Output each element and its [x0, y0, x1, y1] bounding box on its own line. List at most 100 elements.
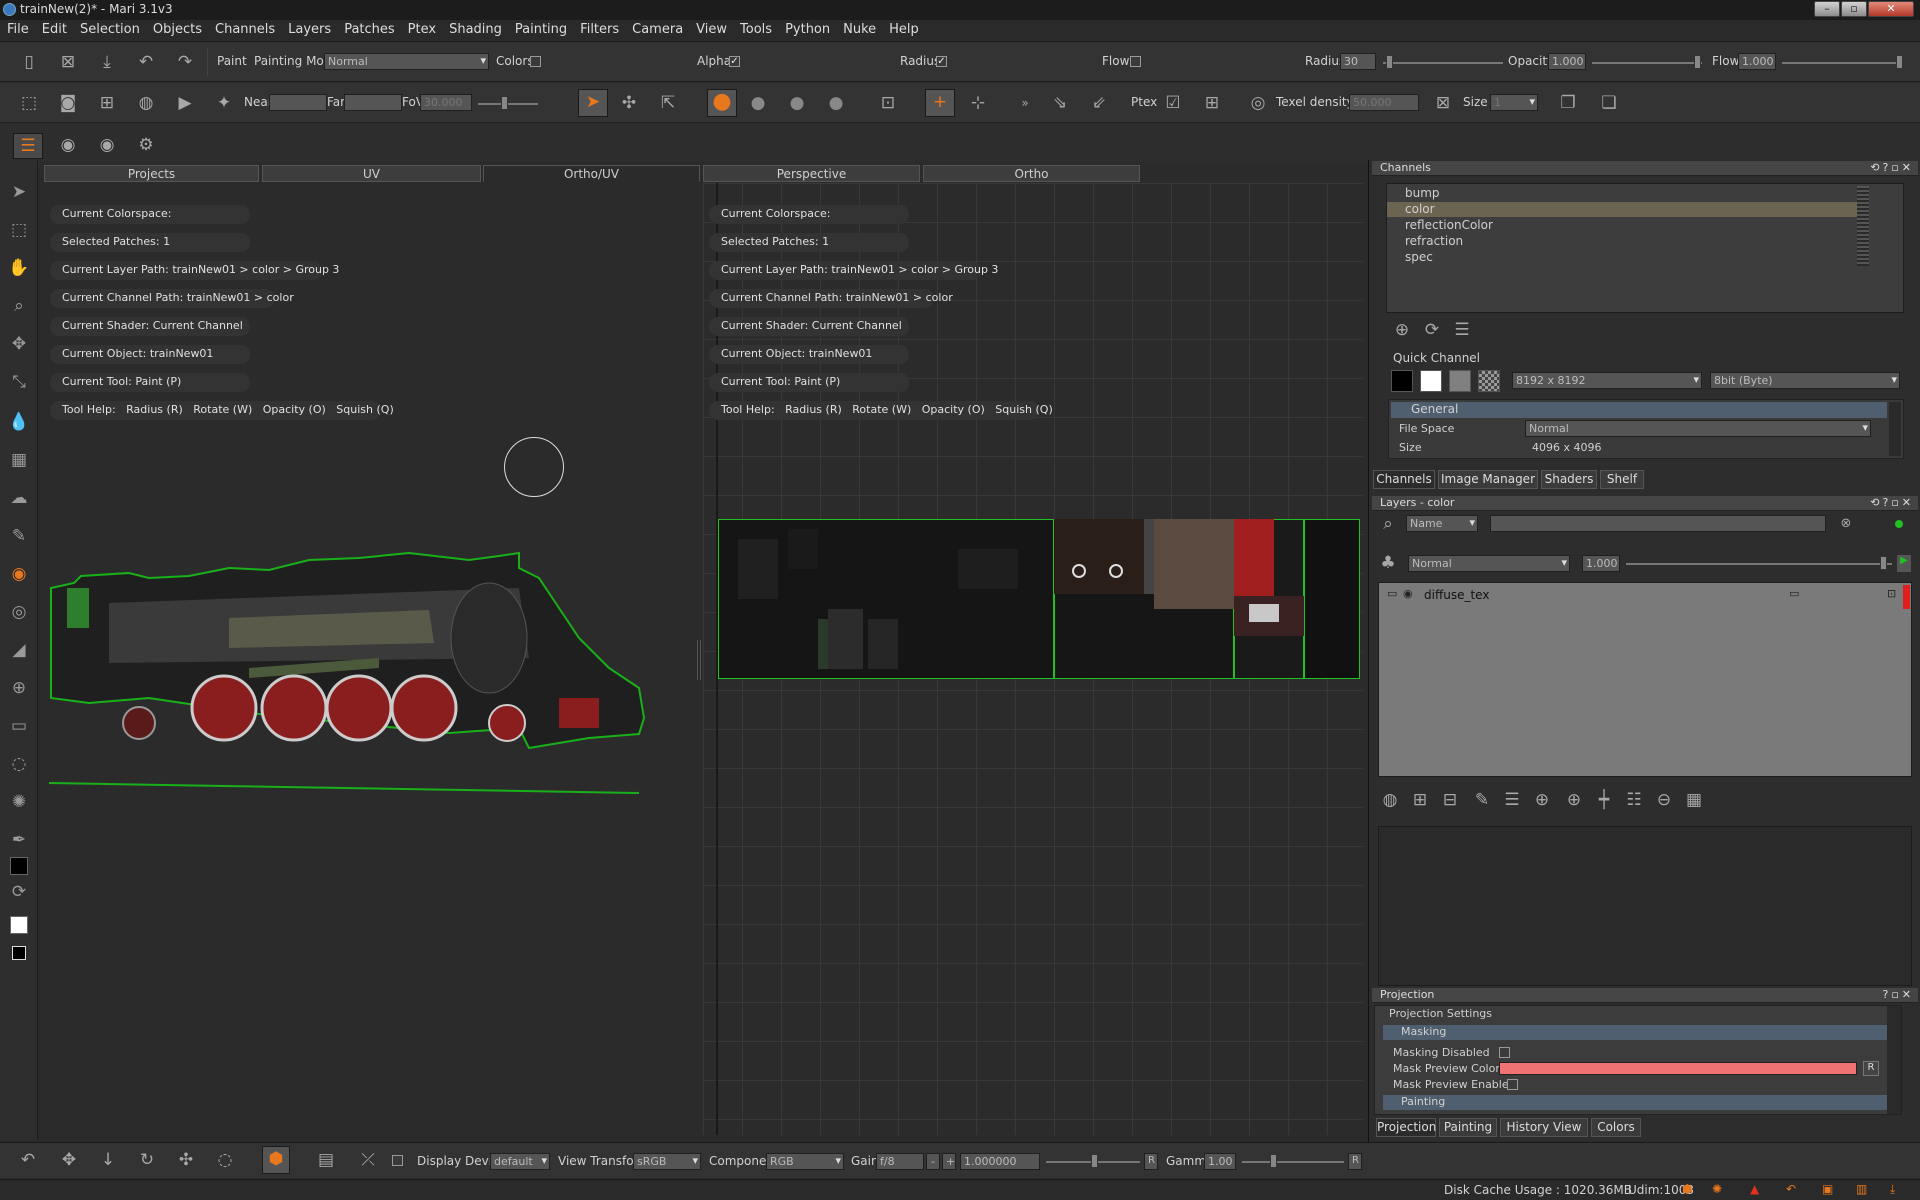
mask-color-reset-button[interactable]: R	[1863, 1061, 1879, 1076]
uv-viewport[interactable]: Current Colorspace: Selected Patches: 1 …	[703, 183, 1363, 1135]
gain-minus-button[interactable]: -	[926, 1153, 940, 1170]
overflow-icon[interactable]: »	[1013, 91, 1037, 115]
tab-uv[interactable]: UV	[262, 165, 481, 182]
eye-list-icon[interactable]: ◉	[95, 133, 119, 157]
refresh-channel-icon[interactable]: ⟳	[1420, 318, 1444, 342]
frame-status-icon[interactable]: ▣	[1822, 1182, 1833, 1196]
menu-patches[interactable]: Patches	[337, 20, 400, 37]
light-icon[interactable]: ✦	[212, 91, 236, 115]
gamma-reset-button[interactable]: R	[1348, 1153, 1362, 1170]
quick-resolution-select[interactable]: 8192 x 8192	[1512, 372, 1702, 389]
uv-patch-1004[interactable]	[1304, 519, 1360, 679]
menu-objects[interactable]: Objects	[146, 20, 208, 37]
grid-icon[interactable]: ⊞	[95, 91, 119, 115]
document-icon[interactable]: ▤	[314, 1148, 338, 1172]
menu-channels[interactable]: Channels	[208, 20, 281, 37]
uv-patch-1002[interactable]	[1054, 519, 1234, 679]
grid-view-icon[interactable]: ▦	[1682, 788, 1706, 812]
paste-icon[interactable]: ❏	[1597, 91, 1621, 115]
group-layer-icon[interactable]: ⊟	[1438, 788, 1462, 812]
menu-selection[interactable]: Selection	[73, 20, 146, 37]
eyedropper-icon[interactable]: ✒	[7, 828, 31, 852]
gamma-slider-handle[interactable]	[1270, 1154, 1277, 1168]
near-input[interactable]	[269, 94, 327, 111]
layer-diffuse-tex[interactable]: ▭ ◉ diffuse_tex ▭ ⊡	[1379, 585, 1911, 609]
no-pick-icon[interactable]: ⤫	[356, 1148, 380, 1172]
menu-ptex[interactable]: Ptex	[401, 20, 442, 37]
gain-reset-button[interactable]: R	[1144, 1153, 1158, 1170]
pick-icon[interactable]: ⇘	[1048, 91, 1072, 115]
copy-icon[interactable]: ❐	[1556, 91, 1580, 115]
maximize-button[interactable]: ▫	[1841, 1, 1867, 17]
projection-scrollbar[interactable]	[1887, 1006, 1901, 1114]
resize-icon[interactable]: ⊠	[1431, 91, 1455, 115]
opacity-input[interactable]: 1.000	[1548, 53, 1586, 70]
uv-patch-1001[interactable]	[718, 519, 1054, 679]
left-viewport[interactable]: Current Colorspace: Selected Patches: 1 …	[44, 183, 700, 1135]
palette-controls-icon[interactable]: ⟲?▫✕	[1870, 496, 1914, 510]
select-tool-icon[interactable]: ➤	[7, 180, 31, 204]
full-shading-icon[interactable]: ●	[824, 91, 848, 115]
fov-slider[interactable]	[478, 103, 538, 105]
ptex-grid-icon[interactable]: ⊞	[1200, 91, 1224, 115]
adjustment-layer-icon[interactable]: ☰	[1500, 788, 1524, 812]
channel-color[interactable]: color	[1387, 202, 1857, 217]
menu-tools[interactable]: Tools	[733, 20, 778, 37]
alpha-checkbox[interactable]: ✓	[729, 56, 740, 67]
cube-icon[interactable]: ⬚	[17, 91, 41, 115]
menu-layers[interactable]: Layers	[281, 20, 337, 37]
general-section[interactable]: General	[1391, 402, 1887, 418]
pick-alt-icon[interactable]: ⇙	[1087, 91, 1111, 115]
viewport-splitter[interactable]	[697, 640, 701, 680]
flat-shading-icon[interactable]: ●	[707, 89, 737, 117]
palettes-icon[interactable]: ☰	[13, 133, 43, 159]
add-layer-icon[interactable]: ⊞	[1408, 788, 1432, 812]
background-color-swatch[interactable]	[10, 916, 28, 934]
menu-painting[interactable]: Painting	[508, 20, 573, 37]
lit-shading-icon[interactable]: ●	[746, 91, 770, 115]
gain-value-input[interactable]: 1.000000	[960, 1153, 1040, 1170]
add-channel-icon[interactable]: ⊕	[1390, 318, 1414, 342]
hexagon-status-icon[interactable]: ⬢	[1682, 1182, 1692, 1196]
flow-input[interactable]: 1.000	[1738, 53, 1776, 70]
texel-density-input[interactable]: 50.000	[1349, 94, 1419, 111]
gradient-tool-icon[interactable]: ▭	[7, 714, 31, 738]
tab-colors[interactable]: Colors	[1591, 1118, 1641, 1137]
channel-spec[interactable]: spec	[1387, 250, 1903, 265]
gain-plus-button[interactable]: +	[942, 1153, 956, 1170]
undo-icon[interactable]: ↶	[134, 50, 158, 74]
menu-file[interactable]: File	[0, 20, 35, 37]
tab-shaders[interactable]: Shaders	[1541, 470, 1597, 489]
opacity-slider[interactable]	[1592, 62, 1702, 64]
far-input[interactable]	[344, 94, 402, 111]
return-icon[interactable]: ↶	[16, 1148, 40, 1172]
warp-tool-icon[interactable]: ◌	[7, 752, 31, 776]
properties-scrollbar[interactable]	[1889, 402, 1901, 456]
play-icon[interactable]: ▶	[1897, 555, 1911, 572]
rotate-icon[interactable]: ↻	[135, 1148, 159, 1172]
axis-icon[interactable]: ⊹	[966, 91, 990, 115]
menu-shading[interactable]: Shading	[442, 20, 508, 37]
channel-bump[interactable]: bump	[1387, 186, 1903, 201]
size-input[interactable]: 1	[1490, 94, 1538, 111]
hand-tool-icon[interactable]: ✋	[7, 256, 31, 280]
quick-depth-select[interactable]: 8bit (Byte)	[1710, 372, 1900, 389]
patch-tool-icon[interactable]: ✺	[7, 790, 31, 814]
channel-settings-icon[interactable]: ☰	[1450, 318, 1474, 342]
menu-python[interactable]: Python	[778, 20, 836, 37]
save-file-icon[interactable]: ⤓	[95, 50, 119, 74]
merge-layer-icon[interactable]: ⊕	[1562, 788, 1586, 812]
pin-tool-icon[interactable]: ✎	[7, 524, 31, 548]
channel-refraction[interactable]: refraction	[1387, 234, 1903, 249]
tab-shelf[interactable]: Shelf	[1600, 470, 1644, 489]
flow-checkbox[interactable]	[1130, 56, 1141, 67]
close-button[interactable]: ✕	[1868, 1, 1914, 17]
masking-disabled-checkbox[interactable]	[1499, 1047, 1510, 1058]
paint-through-tool-icon[interactable]: ⊕	[7, 676, 31, 700]
quick-black-swatch[interactable]	[1391, 370, 1413, 392]
layer-opacity-input[interactable]: 1.000	[1582, 555, 1620, 572]
layer-opacity-handle[interactable]	[1880, 556, 1887, 570]
sphere-icon[interactable]: ◍	[134, 91, 158, 115]
warning-icon[interactable]: ▲	[1750, 1182, 1759, 1196]
scale-tool-icon[interactable]: ⤡	[7, 370, 31, 394]
